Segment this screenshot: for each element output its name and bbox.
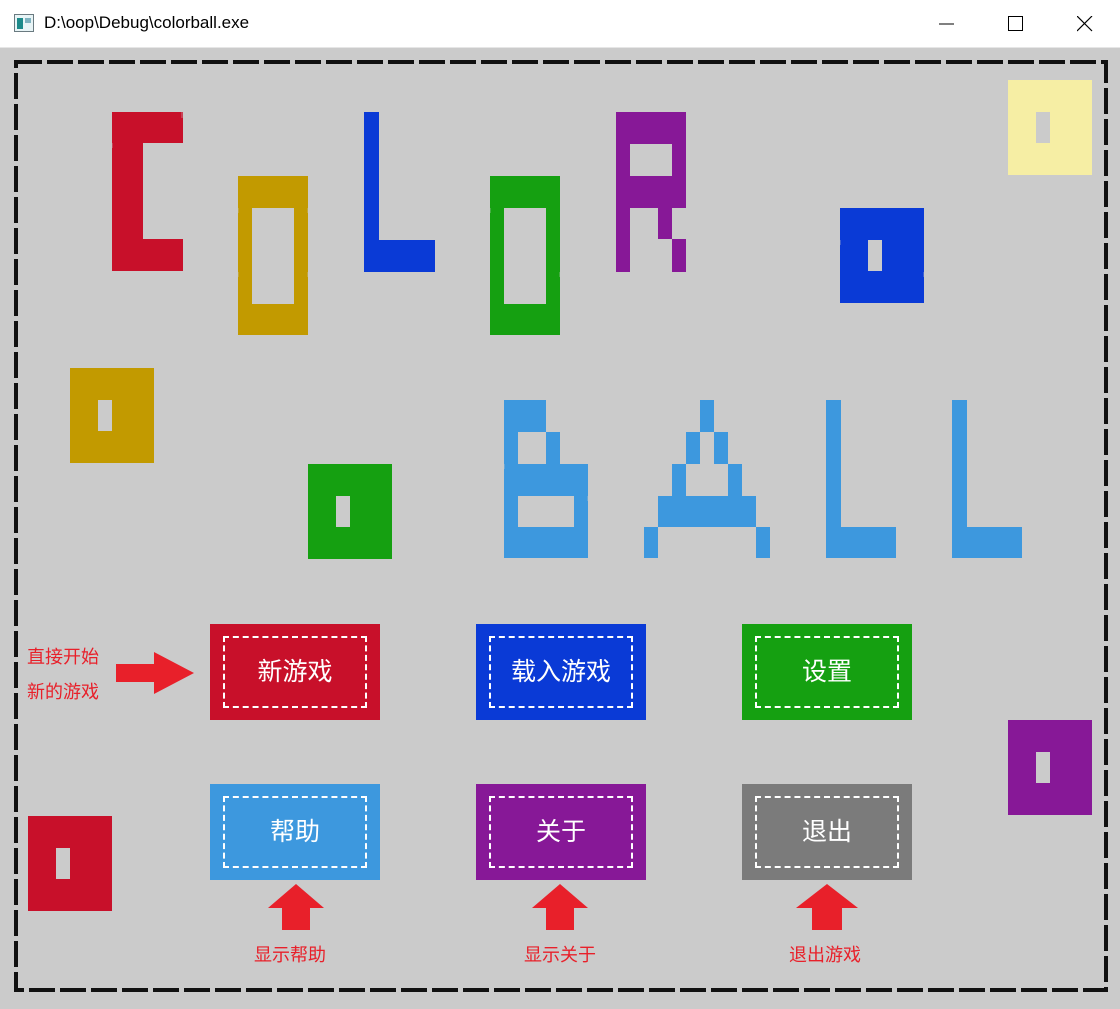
help-label: 帮助 [269,817,320,846]
new-game-label: 新游戏 [257,657,333,686]
close-icon [1077,16,1093,32]
title-letter-o-1 [238,176,308,335]
settings-label: 设置 [801,657,852,686]
title-letter-a [644,400,770,558]
load-game-button[interactable]: 载入游戏 [476,624,646,720]
ball-red [28,816,112,911]
ball-gold [70,368,154,463]
load-game-label: 载入游戏 [510,657,611,686]
arrow-up-icon [796,884,858,930]
window-title: D:\oop\Debug\colorball.exe [44,13,250,32]
hint-new-game-line1: 直接开始 [27,647,99,668]
app-icon [14,14,34,32]
hint-quit: 退出游戏 [789,945,861,966]
quit-label: 退出 [801,817,852,846]
title-letter-c [112,112,183,271]
ball-purple [1008,720,1092,815]
settings-button[interactable]: 设置 [742,624,912,720]
hint-about: 显示关于 [524,945,596,966]
hint-help: 显示帮助 [254,945,326,966]
minimize-icon [939,23,954,25]
title-letter-r [616,112,686,272]
close-button[interactable] [1050,0,1120,48]
game-canvas: 新游戏 载入游戏 设置 帮助 关于 退出 直接开始 新的游戏 显示帮助 显示关于… [0,48,1120,1009]
about-label: 关于 [535,817,586,846]
arrow-right-icon [116,652,194,694]
new-game-button[interactable]: 新游戏 [210,624,380,720]
maximize-icon [1008,16,1023,31]
about-button[interactable]: 关于 [476,784,646,880]
ball-green [308,464,392,559]
maximize-button[interactable] [981,0,1051,48]
quit-button[interactable]: 退出 [742,784,912,880]
title-letter-l-1 [364,112,435,272]
arrow-up-icon [268,884,324,930]
minimize-button[interactable] [912,0,982,48]
title-letter-l-3 [952,400,1022,558]
arrow-up-icon [532,884,588,930]
ball-cream [1008,80,1092,175]
title-letter-b [504,400,588,558]
ball-blue [840,208,924,303]
title-bar: D:\oop\Debug\colorball.exe [0,0,1120,48]
hint-new-game-line2: 新的游戏 [27,682,99,703]
title-letter-l-2 [826,400,896,558]
title-letter-o-2 [490,176,560,335]
help-button[interactable]: 帮助 [210,784,380,880]
